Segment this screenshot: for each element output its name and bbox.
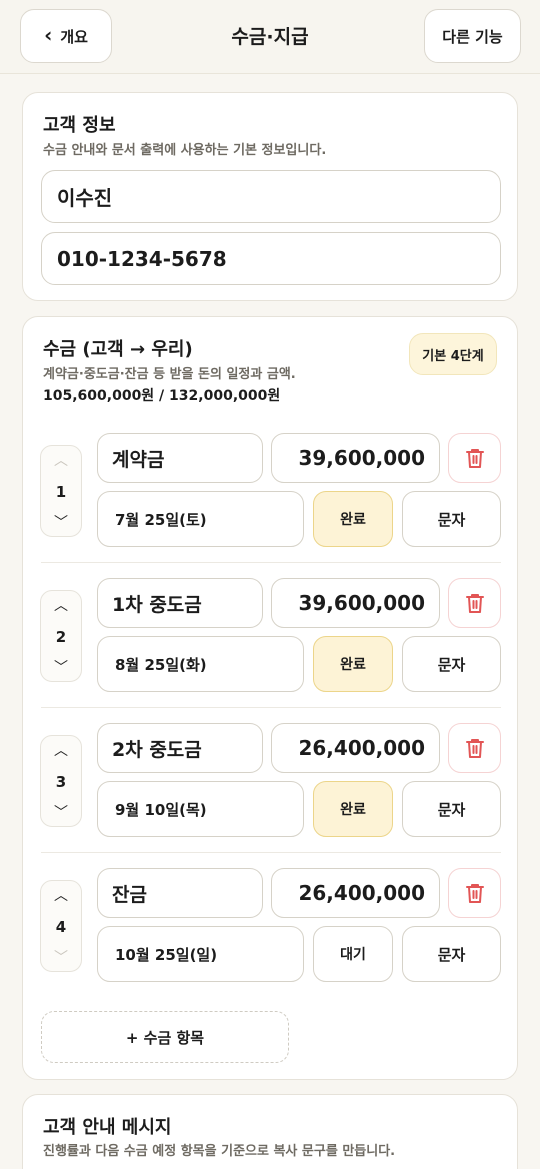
send-sms-button[interactable]: 문자 <box>402 781 501 837</box>
back-button-label: 개요 <box>60 27 88 46</box>
reorder-control: ︿ 2 ﹀ <box>40 590 82 682</box>
more-features-button[interactable]: 다른 기능 <box>424 9 521 63</box>
item-divider <box>41 707 501 708</box>
customer-message-subtitle: 진행률과 다음 수금 예정 항목을 기준으로 복사 문구를 만듭니다. <box>43 1144 396 1159</box>
delete-item-button[interactable] <box>448 433 501 483</box>
item-amount-input[interactable]: 39,600,000 <box>271 578 440 628</box>
customer-message-title: 고객 안내 메시지 <box>43 1117 172 1138</box>
delete-item-button[interactable] <box>448 578 501 628</box>
item-divider <box>41 562 501 563</box>
customer-info-title: 고객 정보 <box>43 115 116 136</box>
chevron-up-icon[interactable]: ︿ <box>54 454 68 468</box>
send-sms-button[interactable]: 문자 <box>402 926 501 982</box>
top-bar: ‹ 개요 수금·지급 다른 기능 <box>0 0 540 74</box>
customer-info-subtitle: 수금 안내와 문서 출력에 사용하는 기본 정보입니다. <box>43 143 327 158</box>
delete-item-button[interactable] <box>448 723 501 773</box>
item-date-input[interactable]: 10월 25일(일) <box>97 926 304 982</box>
chevron-down-icon[interactable]: ﹀ <box>54 661 68 675</box>
send-sms-button[interactable]: 문자 <box>402 636 501 692</box>
chevron-up-icon[interactable]: ︿ <box>54 744 68 758</box>
item-status-toggle[interactable]: 완료 <box>313 636 393 692</box>
item-name-input[interactable]: 잔금 <box>97 868 263 918</box>
collection-subtitle: 계약금·중도금·잔금 등 받을 돈의 일정과 금액. <box>43 367 296 382</box>
customer-message-card: 고객 안내 메시지 진행률과 다음 수금 예정 항목을 기준으로 복사 문구를 … <box>22 1094 518 1169</box>
collection-item: ︿ 3 ﹀ 2차 중도금 26,400,000 9월 10일(목) 완료 문자 <box>23 723 519 837</box>
item-name-input[interactable]: 1차 중도금 <box>97 578 263 628</box>
item-amount-input[interactable]: 26,400,000 <box>271 868 440 918</box>
collection-item: ︿ 4 ﹀ 잔금 26,400,000 10월 25일(일) 대기 문자 <box>23 868 519 982</box>
item-name-input[interactable]: 계약금 <box>97 433 263 483</box>
chevron-down-icon[interactable]: ﹀ <box>54 806 68 820</box>
item-date-input[interactable]: 8월 25일(화) <box>97 636 304 692</box>
collection-item: ︿ 1 ﹀ 계약금 39,600,000 7월 25일(토) 완료 문자 <box>23 433 519 547</box>
item-order-number: 1 <box>55 483 67 501</box>
item-status-toggle[interactable]: 대기 <box>313 926 393 982</box>
item-name-input[interactable]: 2차 중도금 <box>97 723 263 773</box>
trash-icon <box>465 884 484 903</box>
page-title: 수금·지급 <box>231 26 309 48</box>
collection-total: 105,600,000원 / 132,000,000원 <box>43 388 281 404</box>
item-divider <box>41 852 501 853</box>
collection-item: ︿ 2 ﹀ 1차 중도금 39,600,000 8월 25일(화) 완료 문자 <box>23 578 519 692</box>
trash-icon <box>465 594 484 613</box>
chevron-down-icon[interactable]: ﹀ <box>54 516 68 530</box>
default-steps-badge[interactable]: 기본 4단계 <box>409 333 497 375</box>
customer-name-field[interactable]: 이수진 <box>41 170 501 223</box>
trash-icon <box>465 449 484 468</box>
chevron-up-icon[interactable]: ︿ <box>54 889 68 903</box>
add-collection-item-button[interactable]: + 수금 항목 <box>41 1011 289 1063</box>
item-status-toggle[interactable]: 완료 <box>313 491 393 547</box>
item-order-number: 4 <box>55 918 67 936</box>
delete-item-button[interactable] <box>448 868 501 918</box>
item-amount-input[interactable]: 26,400,000 <box>271 723 440 773</box>
chevron-left-icon: ‹ <box>44 23 53 47</box>
send-sms-button[interactable]: 문자 <box>402 491 501 547</box>
reorder-control: ︿ 4 ﹀ <box>40 880 82 972</box>
item-date-input[interactable]: 9월 10일(목) <box>97 781 304 837</box>
reorder-control: ︿ 1 ﹀ <box>40 445 82 537</box>
chevron-up-icon[interactable]: ︿ <box>54 599 68 613</box>
item-status-toggle[interactable]: 완료 <box>313 781 393 837</box>
item-order-number: 2 <box>55 628 67 646</box>
trash-icon <box>465 739 484 758</box>
item-order-number: 3 <box>55 773 67 791</box>
back-button[interactable]: ‹ 개요 <box>20 9 112 63</box>
customer-phone-field[interactable]: 010-1234-5678 <box>41 232 501 285</box>
item-amount-input[interactable]: 39,600,000 <box>271 433 440 483</box>
collection-card: 수금 (고객 → 우리) 계약금·중도금·잔금 등 받을 돈의 일정과 금액. … <box>22 316 518 1080</box>
collection-title: 수금 (고객 → 우리) <box>43 339 193 360</box>
item-date-input[interactable]: 7월 25일(토) <box>97 491 304 547</box>
reorder-control: ︿ 3 ﹀ <box>40 735 82 827</box>
customer-info-card: 고객 정보 수금 안내와 문서 출력에 사용하는 기본 정보입니다. 이수진 0… <box>22 92 518 301</box>
chevron-down-icon[interactable]: ﹀ <box>54 951 68 965</box>
